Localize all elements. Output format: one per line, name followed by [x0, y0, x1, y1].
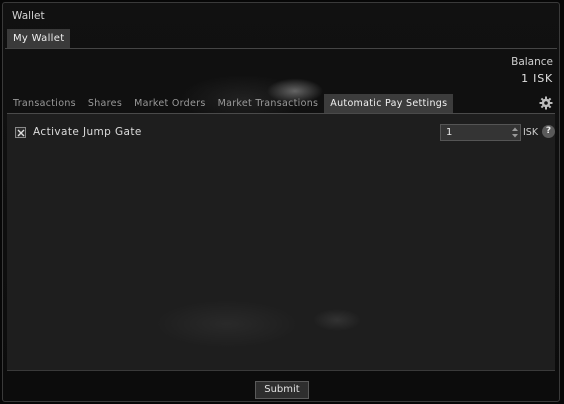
- tab-market-transactions[interactable]: Market Transactions: [212, 94, 325, 113]
- tab-market-orders[interactable]: Market Orders: [128, 94, 212, 113]
- currency-label: ISK: [523, 127, 539, 138]
- tab-automatic-pay-settings[interactable]: Automatic Pay Settings: [324, 94, 454, 113]
- balance-label: Balance: [511, 56, 553, 68]
- help-icon[interactable]: ?: [542, 125, 555, 138]
- wallet-window: Wallet My Wallet Balance 1 ISK Transacti…: [2, 2, 560, 402]
- tab-my-wallet[interactable]: My Wallet: [7, 29, 71, 49]
- amount-input[interactable]: 1: [440, 124, 521, 141]
- jump-gate-label: Activate Jump Gate: [33, 126, 142, 138]
- auto-pay-panel: Activate Jump Gate 1 ISK ?: [7, 113, 555, 371]
- check-x-icon: [17, 129, 25, 137]
- tab-shares[interactable]: Shares: [82, 94, 128, 113]
- gear-icon[interactable]: [539, 96, 553, 110]
- submit-button[interactable]: Submit: [255, 381, 309, 399]
- amount-stepper[interactable]: [510, 125, 520, 140]
- divider: [5, 48, 557, 49]
- window-title: Wallet: [12, 10, 45, 22]
- balance-value: 1 ISK: [521, 72, 553, 85]
- jump-gate-checkbox[interactable]: [15, 127, 26, 138]
- wallet-subtabs: Transactions Shares Market Orders Market…: [7, 94, 454, 113]
- tab-transactions[interactable]: Transactions: [7, 94, 82, 113]
